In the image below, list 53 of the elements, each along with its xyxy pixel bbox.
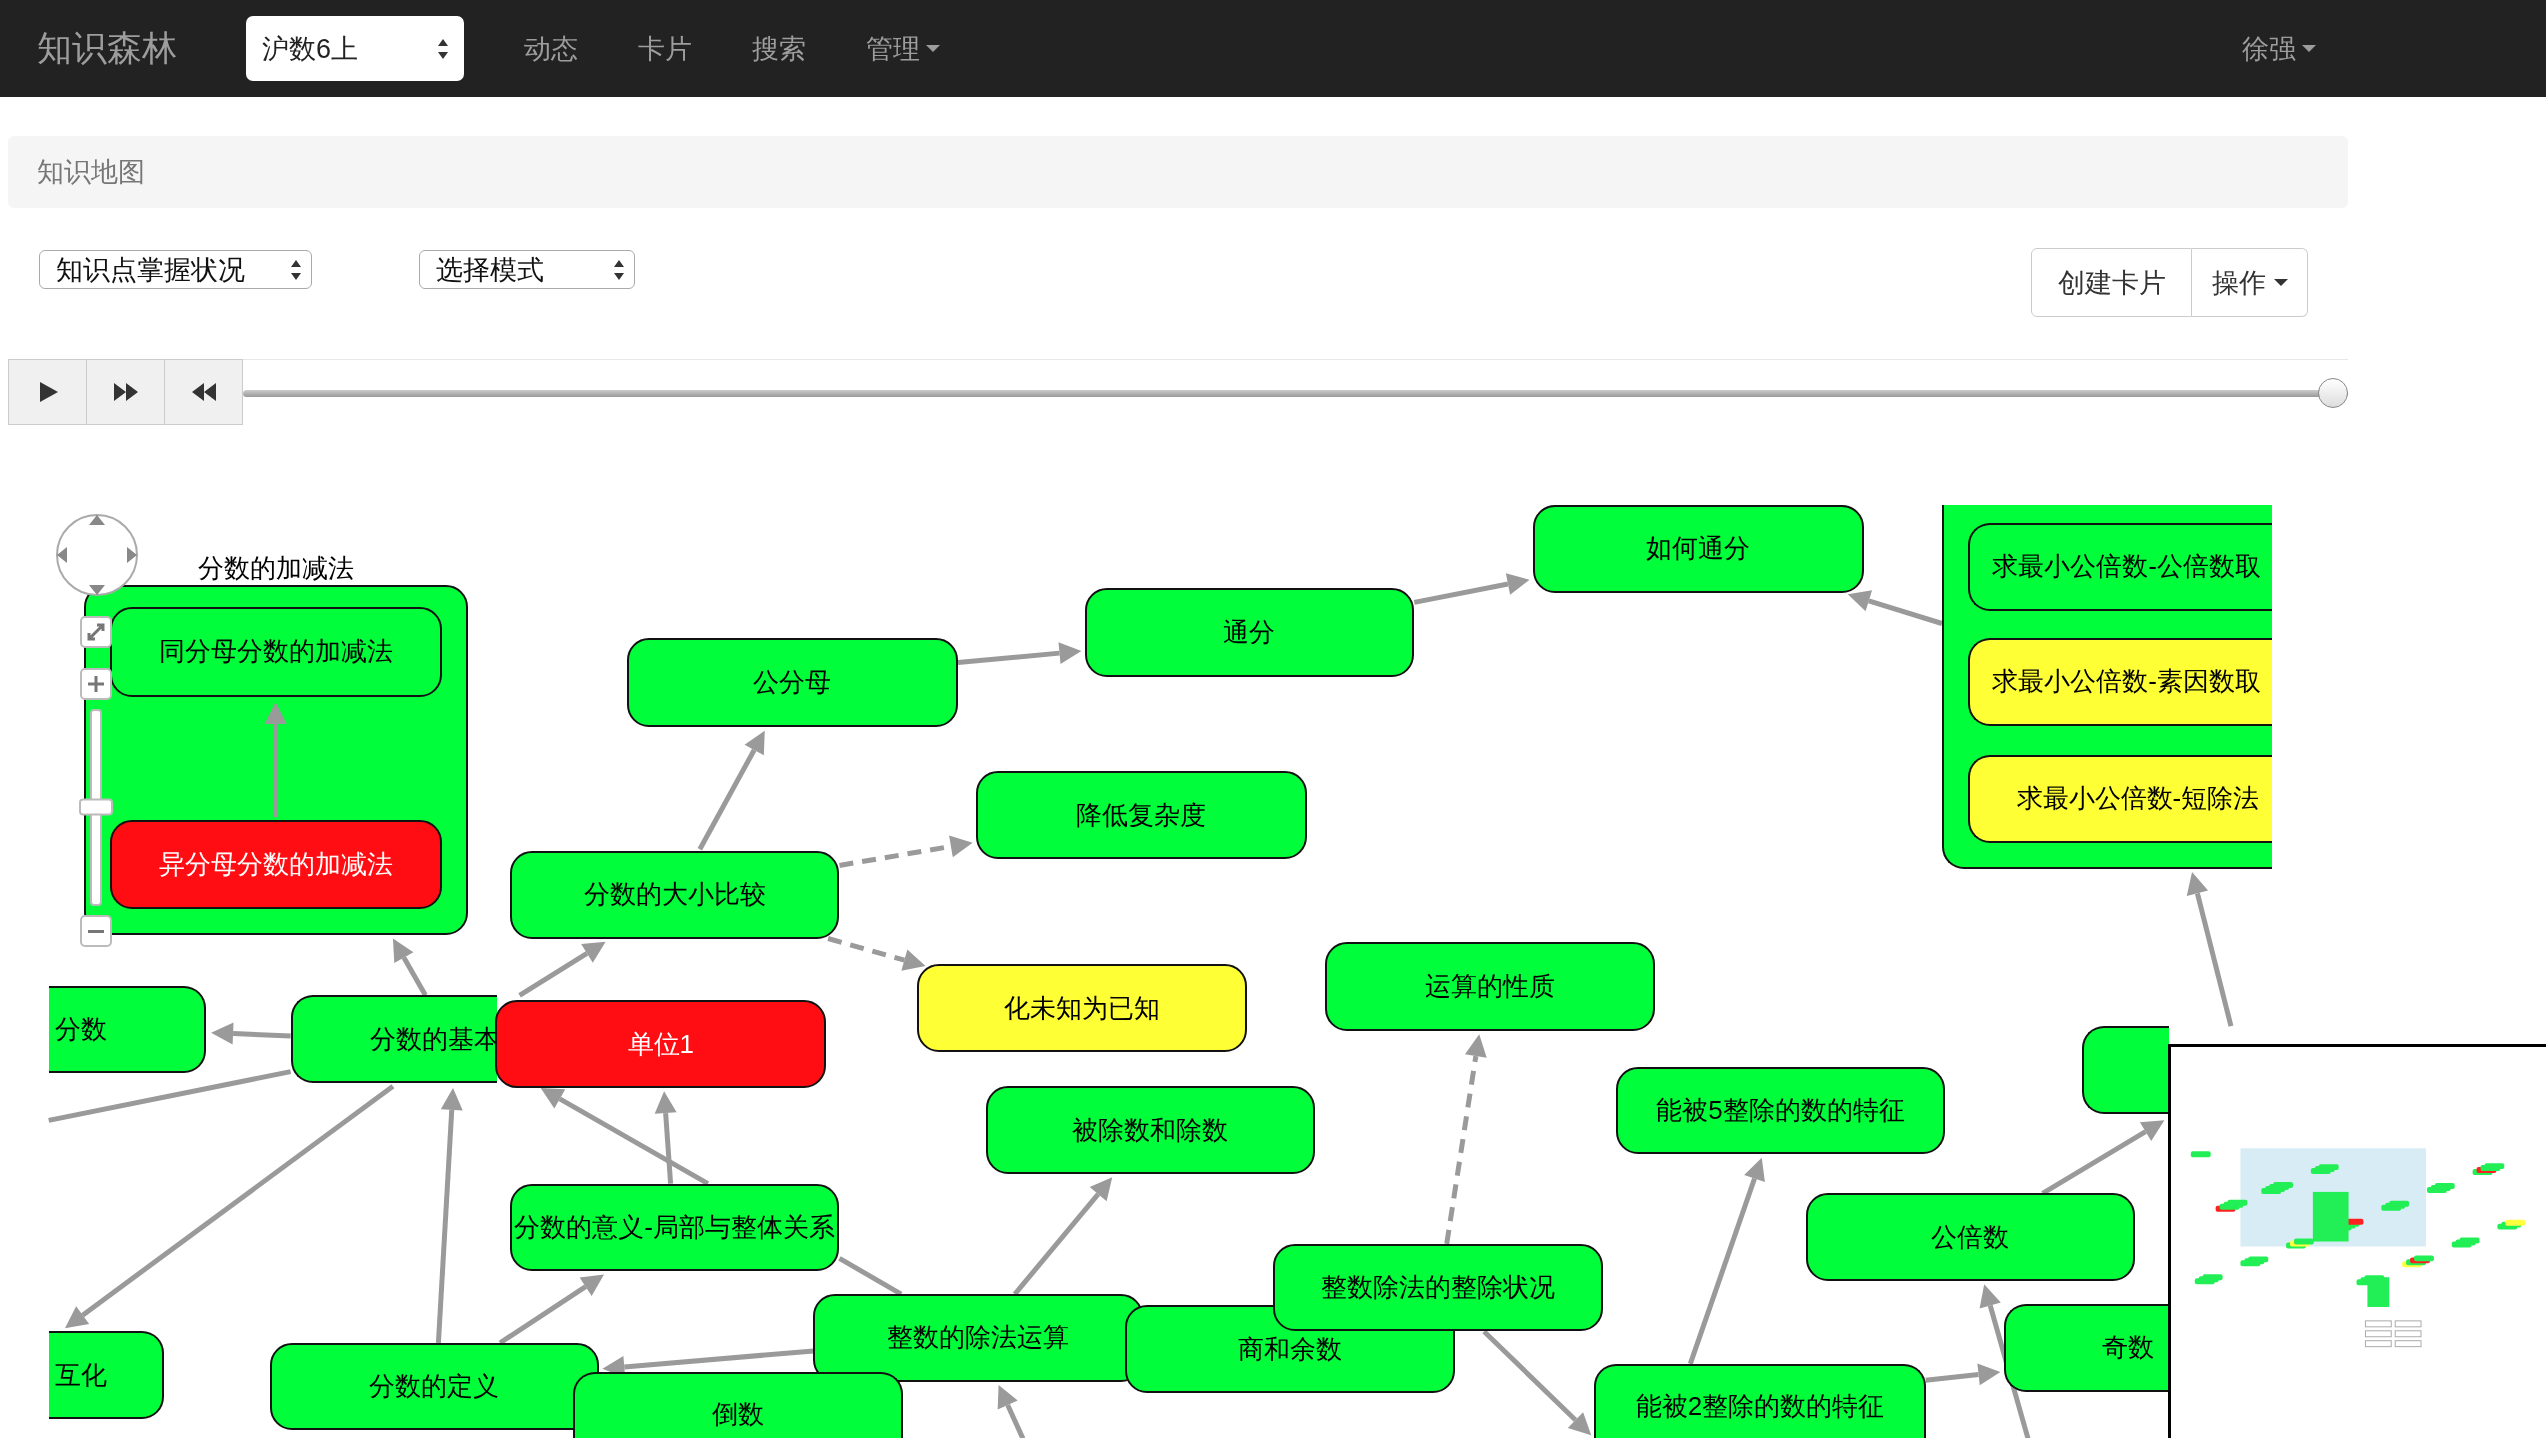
concept-node[interactable]: 互化	[48, 1331, 164, 1420]
concept-node[interactable]: 化未知为已知	[917, 964, 1247, 1053]
concept-node[interactable]: 如何通分	[1532, 504, 1864, 593]
nav-link[interactable]: 管理	[866, 30, 940, 67]
plus-icon	[85, 673, 107, 695]
concept-node[interactable]: 公分母	[626, 638, 958, 728]
concept-node[interactable]: 分数	[48, 985, 207, 1074]
group-node[interactable]: 求最小公倍数-公倍数取 求最小公倍数-素因数取 求最小公倍数-短除法	[1941, 504, 2272, 869]
brand-logo[interactable]: 知识森林	[37, 25, 177, 72]
concept-node[interactable]: 被除数和除数	[985, 1086, 1316, 1174]
fit-button[interactable]	[80, 616, 112, 648]
minus-icon	[88, 929, 104, 933]
group-label: 分数的加减法	[198, 551, 355, 585]
zoom-slider-handle[interactable]	[79, 798, 113, 816]
play-button[interactable]	[8, 359, 87, 425]
timeline-thumb[interactable]	[2318, 377, 2348, 408]
nav-link[interactable]: 卡片	[638, 30, 692, 67]
nav-link[interactable]: 动态	[524, 30, 578, 67]
fast-forward-button[interactable]	[86, 359, 165, 425]
concept-node[interactable]: 降低复杂度	[975, 771, 1308, 859]
rewind-button[interactable]	[164, 359, 243, 425]
concept-node[interactable]: 能被2整除的数的特征	[1594, 1363, 1926, 1438]
zoom-out-button[interactable]	[80, 915, 112, 947]
concept-node[interactable]: 运算的性质	[1324, 941, 1655, 1032]
timeline-track[interactable]	[243, 377, 2348, 408]
group-node[interactable]: 同分母分数的加减法 异分母分数的加减法	[84, 584, 468, 936]
concept-node[interactable]: 奇数	[2003, 1303, 2170, 1392]
concept-node[interactable]	[2081, 1026, 2170, 1114]
concept-node[interactable]: 分数的定义	[269, 1342, 600, 1431]
concept-node[interactable]: 单位1	[495, 1000, 827, 1088]
pan-control[interactable]	[55, 513, 139, 597]
course-select[interactable]: 沪数6上	[246, 16, 464, 81]
concept-node[interactable]: 同分母分数的加减法	[110, 607, 442, 697]
concept-node[interactable]: 求最小公倍数-素因数取	[1967, 638, 2272, 726]
nav-link[interactable]: 搜索	[752, 30, 806, 67]
button[interactable]: 创建卡片	[2031, 248, 2192, 317]
concept-node[interactable]: 整数除法的整除状况	[1273, 1243, 1603, 1332]
concept-node[interactable]: 公倍数	[1805, 1193, 2136, 1282]
concept-node[interactable]: 异分母分数的加减法	[110, 819, 442, 910]
dropdown-select[interactable]: 选择模式	[419, 250, 635, 289]
concept-node[interactable]: 分数的大小比较	[509, 850, 840, 939]
concept-node[interactable]: 能被5整除的数的特征	[1615, 1066, 1946, 1155]
concept-node[interactable]: 通分	[1084, 587, 1415, 678]
concept-node[interactable]: 求最小公倍数-公倍数取	[1967, 522, 2272, 611]
zoom-in-button[interactable]	[80, 668, 112, 700]
concept-node[interactable]: 分数的意义-局部与整体关系	[509, 1183, 840, 1272]
concept-node[interactable]: 倒数	[573, 1372, 903, 1438]
dropdown-select[interactable]: 知识点掌握状况	[39, 250, 312, 289]
dropdown-button[interactable]: 操作	[2192, 248, 2308, 317]
user-menu[interactable]: 徐强	[2242, 30, 2316, 67]
expand-icon	[85, 621, 107, 643]
concept-node[interactable]: 求最小公倍数-短除法	[1967, 755, 2272, 843]
breadcrumb-text: 知识地图	[37, 156, 145, 189]
